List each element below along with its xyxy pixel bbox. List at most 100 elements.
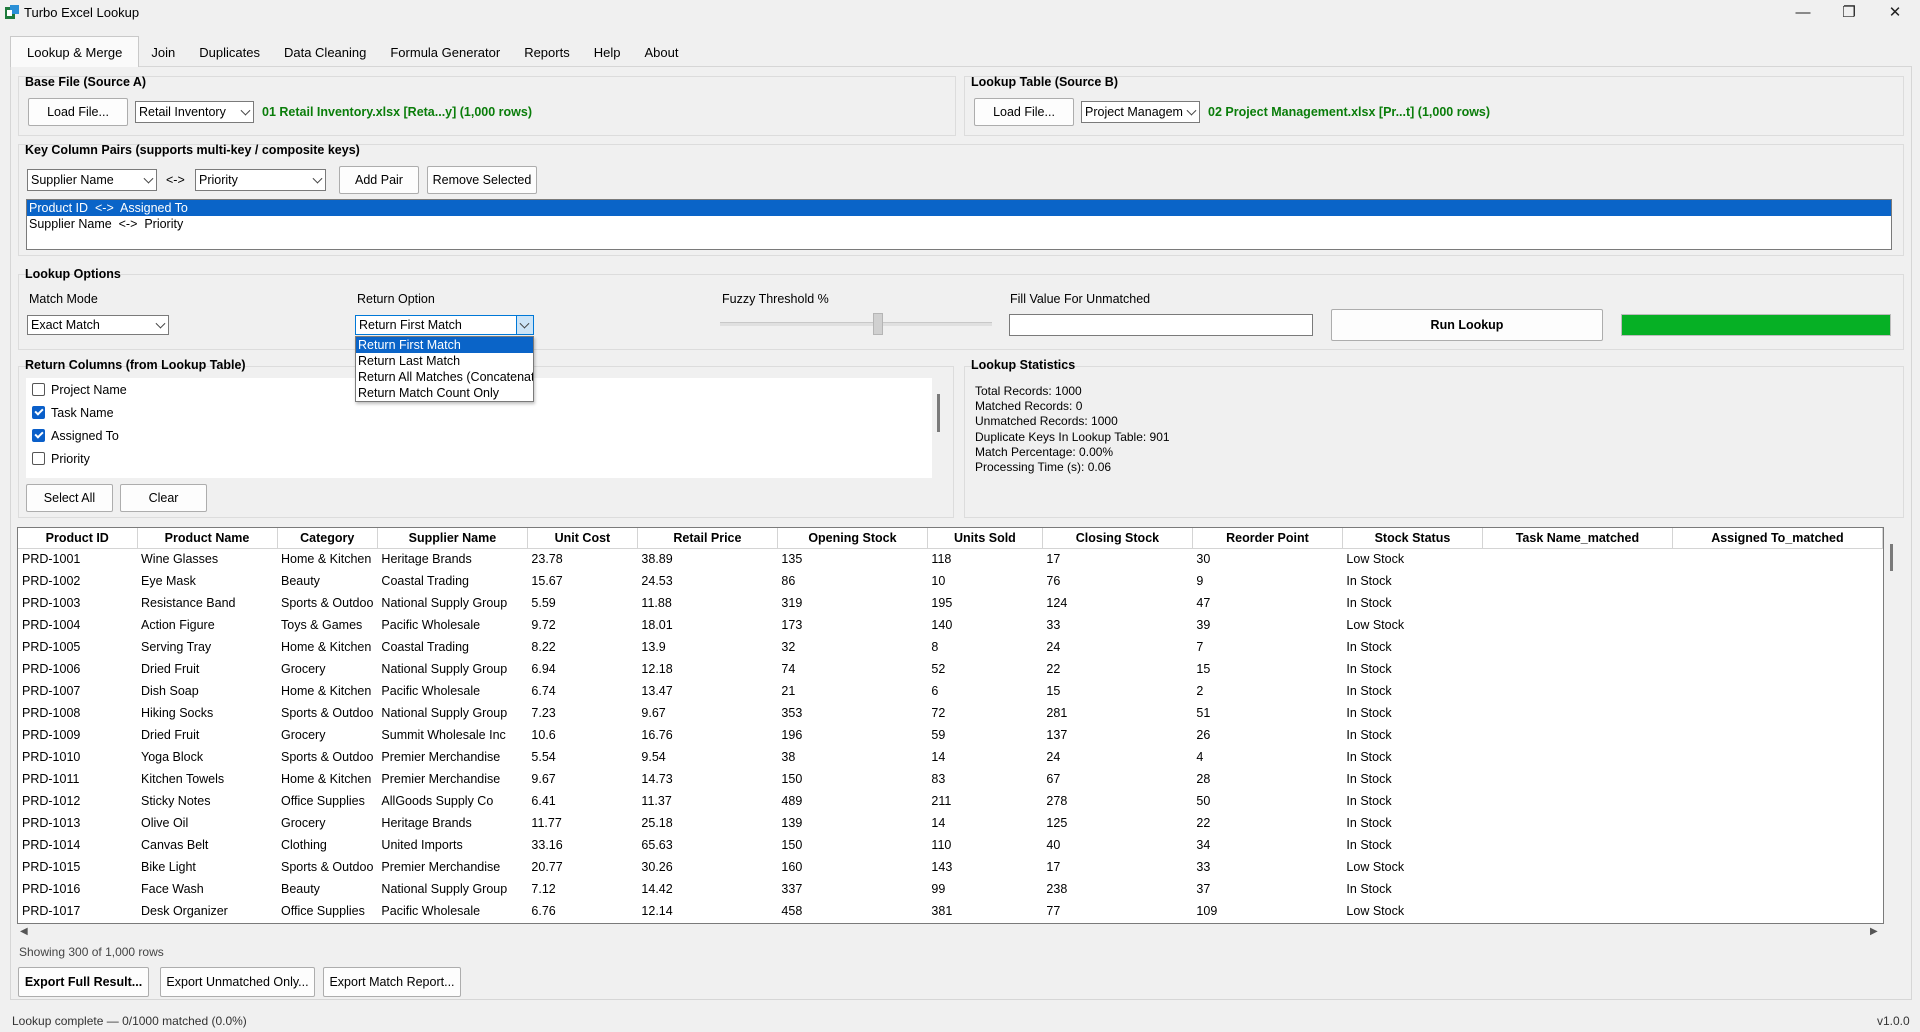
table-row[interactable]: PRD-1012 Sticky Notes Office Supplies AllGo…	[18, 790, 1882, 812]
table-cell: 118	[931, 552, 952, 567]
key-pairs-list[interactable]: Product ID <-> Assigned To Supplier Name…	[26, 199, 1892, 250]
run-lookup-button[interactable]: Run Lookup	[1331, 309, 1603, 341]
column-header[interactable]: Product Name	[137, 528, 278, 549]
table-cell: Coastal Trading	[381, 574, 469, 588]
table-row[interactable]: PRD-1013 Olive Oil Grocery Heritage Brands 1…	[18, 812, 1882, 834]
table-cell: 33	[1046, 618, 1061, 632]
table-cell: 7.12	[531, 882, 556, 896]
table-row[interactable]: PRD-1007 Dish Soap Home & Kitchen Pacific W…	[18, 680, 1882, 702]
window-title: Turbo Excel Lookup	[24, 5, 140, 20]
scroll-right-icon[interactable]: ▶	[1870, 926, 1878, 937]
return-option-item[interactable]: Return All Matches (Concatenate	[356, 369, 533, 385]
remove-selected-button[interactable]: Remove Selected	[427, 166, 537, 194]
restore-icon: ❐	[1842, 4, 1856, 21]
table-row[interactable]: PRD-1006 Dried Fruit Grocery National Suppl…	[18, 658, 1882, 680]
return-column-checkbox[interactable]	[32, 406, 45, 419]
table-row[interactable]: PRD-1017 Desk Organizer Office Supplies Pac…	[18, 900, 1882, 922]
column-header[interactable]: Reorder Point	[1192, 528, 1343, 549]
results-table[interactable]: Product ID Product Name Category Supplier N…	[17, 527, 1884, 924]
return-option-item[interactable]: Return First Match	[356, 337, 533, 353]
table-row[interactable]: PRD-1009 Dried Fruit Grocery Summit Wholesa…	[18, 724, 1882, 746]
key-pair-arrow: <->	[166, 173, 185, 187]
column-header[interactable]: Closing Stock	[1042, 528, 1193, 549]
table-row[interactable]: PRD-1005 Serving Tray Home & Kitchen Coasta…	[18, 636, 1882, 658]
key-pair-item[interactable]: Product ID <-> Assigned To	[27, 200, 1891, 216]
return-column-item[interactable]: Assigned To	[26, 424, 932, 447]
column-header[interactable]: Supplier Name	[377, 528, 528, 549]
table-row[interactable]: PRD-1015 Bike Light Sports & Outdoo Premier…	[18, 856, 1882, 878]
minimize-button[interactable]: —	[1780, 0, 1826, 24]
export-unmatched-button[interactable]: Export Unmatched Only...	[160, 967, 315, 997]
select-all-button[interactable]: Select All	[26, 484, 113, 512]
clear-button[interactable]: Clear	[120, 484, 207, 512]
source-a-file-info: 01 Retail Inventory.xlsx [Reta...y] (1,0…	[262, 105, 533, 119]
tab-duplicates[interactable]: Duplicates	[187, 38, 272, 66]
close-button[interactable]: ✕	[1872, 0, 1918, 24]
tab-data-cleaning[interactable]: Data Cleaning	[272, 38, 378, 66]
export-match-report-button[interactable]: Export Match Report...	[323, 967, 461, 997]
return-option-dropdown[interactable]: Return First Match Return Last Match Ret…	[355, 336, 534, 402]
return-column-checkbox[interactable]	[32, 383, 45, 396]
table-cell: 99	[931, 882, 946, 896]
tab-about[interactable]: About	[632, 38, 690, 66]
load-file-b-button[interactable]: Load File...	[974, 98, 1074, 126]
stat-matched-records: Matched Records: 0	[975, 399, 1083, 414]
column-header[interactable]: Unit Cost	[527, 528, 638, 549]
table-cell: Dish Soap	[141, 684, 199, 698]
add-pair-button[interactable]: Add Pair	[339, 166, 419, 194]
export-full-results-button[interactable]: Export Full Result...	[18, 967, 149, 997]
return-option-item[interactable]: Return Last Match	[356, 353, 533, 369]
table-row[interactable]: PRD-1014 Canvas Belt Clothing United Import…	[18, 834, 1882, 856]
tab-join[interactable]: Join	[139, 38, 187, 66]
return-option-select[interactable]: Return First Match	[355, 315, 534, 335]
column-header[interactable]: Opening Stock	[777, 528, 928, 549]
tab-lookup-merge[interactable]: Lookup & Merge	[10, 36, 140, 67]
key-right-select[interactable]: Priority	[195, 169, 326, 191]
sheet-select-a[interactable]: Retail Inventory	[135, 101, 254, 123]
fill-value-input[interactable]	[1009, 314, 1313, 336]
table-row[interactable]: PRD-1002 Eye Mask Beauty Coastal Trading 15.…	[18, 570, 1882, 592]
fuzzy-threshold-slider[interactable]	[872, 313, 883, 335]
key-pair-item[interactable]: Supplier Name <-> Priority	[27, 216, 1891, 232]
sheet-select-b[interactable]: Project Management	[1081, 101, 1200, 123]
return-option-value: Return First Match	[359, 318, 462, 332]
return-column-item[interactable]: Priority	[26, 447, 932, 470]
table-row[interactable]: PRD-1001 Wine Glasses Home & Kitchen Herita…	[18, 548, 1882, 570]
column-header[interactable]: Retail Price	[637, 528, 778, 549]
table-cell: In Stock	[1346, 772, 1392, 786]
match-mode-select[interactable]: Exact Match	[27, 315, 169, 335]
column-header[interactable]: Product ID	[18, 528, 138, 549]
column-header[interactable]: Task Name_matched	[1482, 528, 1673, 549]
table-row[interactable]: PRD-1010 Yoga Block Sports & Outdoo Premier…	[18, 746, 1882, 768]
column-header[interactable]: Stock Status	[1342, 528, 1483, 549]
table-row[interactable]: PRD-1004 Action Figure Toys & Games Pacific…	[18, 614, 1882, 636]
table-cell: 7	[1196, 640, 1204, 654]
return-column-checkbox[interactable]	[32, 452, 45, 465]
table-row[interactable]: PRD-1016 Face Wash Beauty National Supply G…	[18, 878, 1882, 900]
return-columns-scrollbar[interactable]	[937, 394, 940, 432]
table-cell	[1672, 702, 1882, 724]
table-cell: 458	[781, 904, 803, 918]
table-row[interactable]: PRD-1011 Kitchen Towels Home & Kitchen Prem…	[18, 768, 1882, 790]
table-row[interactable]: PRD-1008 Hiking Socks Sports & Outdoo Natio…	[18, 702, 1882, 724]
column-header[interactable]: Category	[277, 528, 378, 549]
table-row[interactable]: PRD-1003 Resistance Band Sports & Outdoo Na…	[18, 592, 1882, 614]
load-file-a-button[interactable]: Load File...	[28, 98, 128, 126]
key-left-select[interactable]: Supplier Name	[27, 169, 157, 191]
table-vertical-scrollbar[interactable]	[1890, 544, 1893, 571]
return-column-item[interactable]: Task Name	[26, 401, 932, 424]
table-cell: 139	[781, 816, 803, 830]
fuzzy-threshold-track[interactable]	[720, 322, 992, 326]
scroll-left-icon[interactable]: ◀	[20, 926, 28, 937]
column-header[interactable]: Units Sold	[927, 528, 1043, 549]
restore-button[interactable]: ❐	[1826, 0, 1872, 24]
table-cell: National Supply Group	[381, 596, 508, 610]
return-column-checkbox[interactable]	[32, 429, 45, 442]
tab-reports[interactable]: Reports	[512, 38, 582, 66]
table-cell: Low Stock	[1346, 860, 1405, 874]
tab-formula-generator[interactable]: Formula Generator	[378, 38, 512, 66]
column-header[interactable]: Assigned To_matched	[1672, 528, 1883, 549]
return-option-item[interactable]: Return Match Count Only	[356, 385, 533, 401]
tab-help[interactable]: Help	[582, 38, 633, 66]
table-cell: 83	[931, 772, 946, 786]
